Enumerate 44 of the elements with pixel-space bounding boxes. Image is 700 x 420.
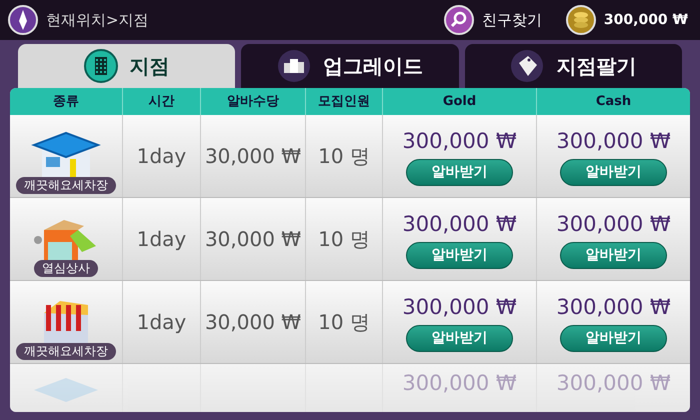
- column-header: 알바수당: [227, 92, 279, 111]
- store-name-label: 깨끗해요세차장: [16, 177, 116, 194]
- table-cell-text: 1day: [136, 309, 186, 336]
- search-icon: [444, 5, 474, 35]
- hire-button[interactable]: 알바받기: [406, 325, 513, 352]
- tab[interactable]: 업그레이드: [241, 44, 459, 88]
- balance-text: 300,000 ₩: [604, 10, 688, 30]
- store-name-label: 열심상사: [34, 260, 98, 277]
- table-cell-text: 10 명: [318, 309, 370, 336]
- buildings-icon: [276, 49, 311, 83]
- table-cell-text: 10 명: [318, 143, 370, 170]
- tab[interactable]: 지점팔기: [464, 44, 682, 88]
- column-header: 시간: [148, 92, 174, 111]
- price-text: 300,000 ₩: [402, 294, 517, 321]
- hire-button[interactable]: 알바받기: [560, 159, 667, 186]
- column-header: 모집인원: [318, 92, 370, 111]
- column-header: Gold: [442, 92, 476, 111]
- table-cell-text: 10 명: [318, 226, 370, 253]
- hire-button[interactable]: 알바받기: [406, 242, 513, 270]
- table-cell-text: 1day: [136, 143, 186, 170]
- location-text: 현재위치>지점: [46, 10, 149, 31]
- hire-button[interactable]: 알바받기: [560, 242, 667, 270]
- tab[interactable]: 지점: [18, 44, 236, 88]
- price-text: 300,000 ₩: [556, 128, 671, 155]
- table-cell-text: 1day: [136, 226, 186, 253]
- price-text: 300,000 ₩: [402, 210, 517, 238]
- store-name-label: 깨끗해요세차장: [16, 343, 116, 360]
- hire-button[interactable]: 알바받기: [560, 325, 667, 352]
- price-text: 300,000 ₩: [556, 294, 671, 321]
- price-text: 300,000 ₩: [402, 128, 517, 155]
- coin-stack-icon: [566, 5, 596, 35]
- table-cell-text: 30,000 ₩: [204, 226, 302, 253]
- price-text: 300,000 ₩: [556, 210, 671, 238]
- price-text: 300,000 ₩: [556, 370, 671, 397]
- compass-icon: [8, 5, 38, 35]
- table-cell-text: 30,000 ₩: [204, 309, 302, 336]
- column-header: 종류: [53, 92, 79, 111]
- table-cell-text: 30,000 ₩: [204, 143, 302, 170]
- friend-search-button[interactable]: 친구찾기: [444, 5, 542, 35]
- price-tag-icon: [510, 49, 544, 83]
- building-icon: [84, 49, 118, 83]
- hire-button[interactable]: 알바받기: [406, 159, 513, 186]
- column-header: Cash: [596, 92, 632, 111]
- price-text: 300,000 ₩: [402, 370, 517, 397]
